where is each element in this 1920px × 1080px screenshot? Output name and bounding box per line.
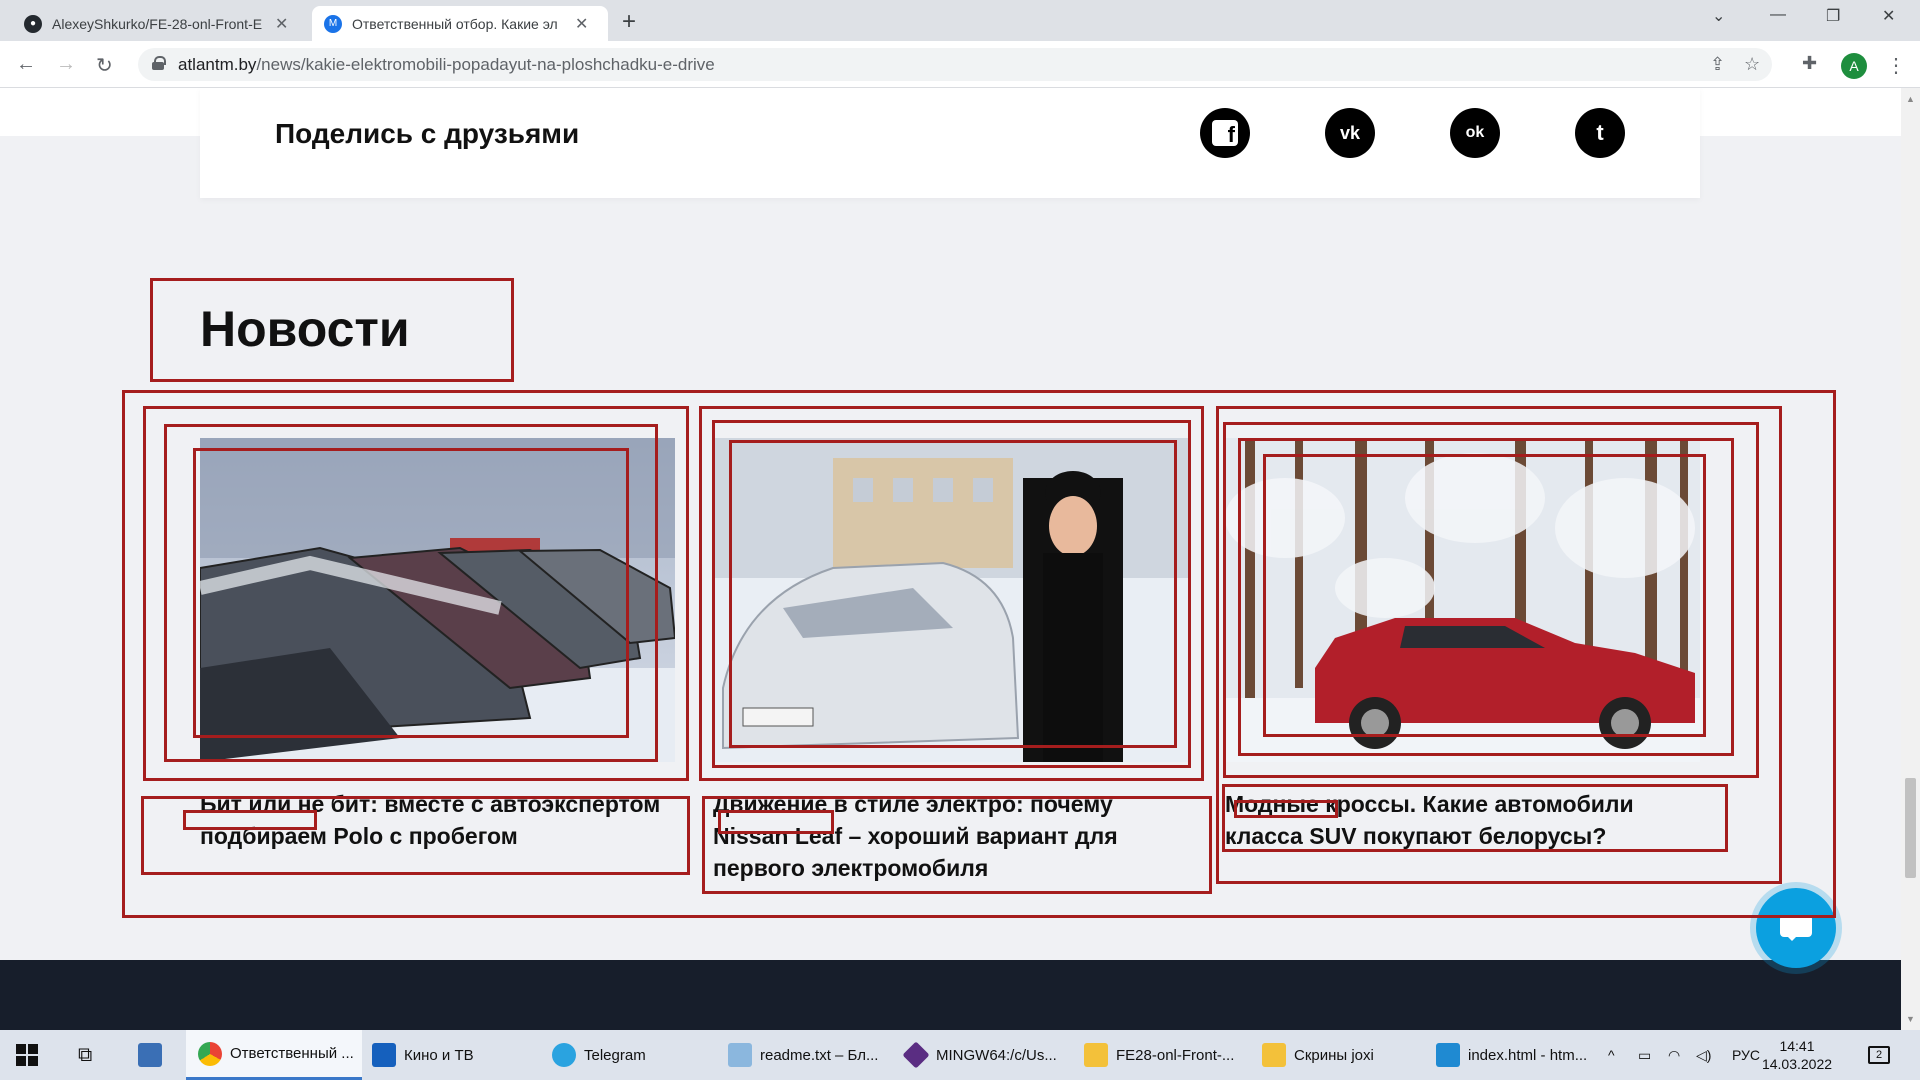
taskbar-item-folder[interactable]: FE28-onl-Front-... [1084,1030,1234,1080]
tab-title: AlexeyShkurko/FE-28-onl-Front-E [52,15,263,32]
windows-taskbar: ⧉ Ответственный ... Кино и ТВ Telegram r… [0,1030,1920,1080]
menu-icon[interactable]: ⋮ [1886,53,1906,78]
wifi-icon[interactable]: ◠ [1668,1030,1680,1080]
tab-atlantm[interactable]: M Ответственный отбор. Какие эл ✕ [312,6,608,41]
taskbar-label: Кино и ТВ [404,1046,474,1064]
minimize-button[interactable]: — [1770,6,1786,24]
new-tab-button[interactable]: + [622,8,636,36]
scroll-up-icon[interactable]: ▲ [1906,94,1915,104]
taskbar-label: Ответственный ... [230,1045,354,1062]
battery-icon[interactable]: ▭ [1638,1030,1651,1080]
address-bar[interactable]: atlantm.by/news/kakie-elektromobili-popa… [138,48,1772,81]
taskbar-item-git-bash[interactable]: MINGW64:/c/Us... [902,1030,1057,1080]
close-icon[interactable]: ✕ [575,14,588,34]
windows-start-icon[interactable] [16,1030,38,1080]
news-headline[interactable]: Движение в стиле электро: почему Nissan … [713,788,1188,884]
taskbar-label: readme.txt – Бл... [760,1046,879,1064]
news-card[interactable]: Модные кроссы. Какие автомобили класса S… [1225,438,1700,852]
telegram-icon [552,1043,576,1067]
github-icon: ● [24,14,42,33]
notifications-icon[interactable]: 2 [1868,1030,1890,1080]
taskbar-label: MINGW64:/c/Us... [936,1046,1057,1064]
browser-tab-strip: ● AlexeyShkurko/FE-28-onl-Front-E ✕ M От… [0,0,1920,41]
scroll-down-icon[interactable]: ▼ [1906,1014,1915,1024]
reload-icon[interactable]: ↻ [96,53,113,78]
news-image-nissan-leaf[interactable] [713,438,1188,762]
news-headline[interactable]: Модные кроссы. Какие автомобили класса S… [1225,788,1700,852]
volume-icon[interactable]: ◁) [1696,1030,1711,1080]
vk-icon[interactable]: vk [1325,108,1375,158]
taskbar-label: Скрины joxi [1294,1046,1374,1064]
taskbar-item-notepad[interactable]: readme.txt – Бл... [728,1030,878,1080]
url-text: atlantm.by/news/kakie-elektromobili-popa… [178,55,715,74]
close-window-button[interactable]: ✕ [1882,6,1895,26]
share-section: Поделись с друзьями f vk ok t [200,88,1700,198]
share-icon[interactable]: ⇪ [1710,54,1725,75]
taskbar-item-folder[interactable]: Скрины joxi [1262,1030,1374,1080]
taskbar-label: FE28-onl-Front-... [1116,1046,1235,1064]
page-scrollbar[interactable]: ▲ ▼ [1901,88,1920,1030]
taskbar-item-chrome[interactable]: Ответственный ... [186,1030,362,1080]
chat-button[interactable] [1756,888,1836,968]
task-view-icon[interactable]: ⧉ [78,1030,92,1080]
restore-button[interactable]: ❐ [1826,6,1840,26]
clock-time: 14:41 [1779,1038,1815,1054]
tray-chevron-icon[interactable]: ^ [1608,1030,1615,1080]
system-clock[interactable]: 14:41 14.03.2022 [1752,1037,1842,1073]
taskbar-item-telegram[interactable]: Telegram [552,1030,646,1080]
scrollbar-thumb[interactable] [1905,778,1916,878]
news-section-title: Новости [200,301,410,357]
clock-date: 14.03.2022 [1761,1056,1833,1072]
back-icon[interactable]: ← [16,53,36,76]
folder-icon [1262,1043,1286,1067]
tab-search-icon[interactable]: ⌄ [1712,6,1725,26]
news-image-parking[interactable] [200,438,675,762]
lock-icon[interactable] [152,56,166,70]
page-footer [0,960,1901,1030]
facebook-icon[interactable]: f [1200,108,1250,158]
chat-bubble-icon [1780,915,1812,941]
news-card[interactable]: Движение в стиле электро: почему Nissan … [713,438,1188,884]
profile-avatar[interactable]: A [1841,53,1867,79]
pinned-app-icon[interactable] [138,1030,162,1080]
page-viewport: Поделись с друзьями f vk ok t Новости Би… [0,88,1901,1030]
tab-title: Ответственный отбор. Какие эл [352,15,558,32]
share-title: Поделись с друзьями [275,118,580,149]
browser-toolbar: ← → ↻ atlantm.by/news/kakie-elektromobil… [0,41,1920,88]
m-icon: M [324,14,342,33]
chrome-icon [198,1041,222,1066]
movies-icon [372,1043,396,1067]
odnoklassniki-icon[interactable]: ok [1450,108,1500,158]
news-image-red-suv[interactable] [1225,438,1700,762]
taskbar-item-movies[interactable]: Кино и ТВ [372,1030,474,1080]
tab-github[interactable]: ● AlexeyShkurko/FE-28-onl-Front-E ✕ [12,6,300,41]
forward-icon[interactable]: → [56,53,76,76]
twitter-icon[interactable]: t [1575,108,1625,158]
git-bash-icon [902,1041,930,1069]
taskbar-item-vscode[interactable]: index.html - htm... [1436,1030,1587,1080]
notepad-icon [728,1043,752,1067]
close-icon[interactable]: ✕ [275,14,288,34]
folder-icon [1084,1043,1108,1067]
vscode-icon [1436,1043,1460,1067]
taskbar-label: Telegram [584,1046,646,1064]
taskbar-label: index.html - htm... [1468,1046,1588,1064]
news-card[interactable]: Бит или не бит: вместе с автоэкспертом п… [200,438,675,852]
extensions-icon[interactable]: ✚ [1802,53,1817,74]
bookmark-star-icon[interactable]: ☆ [1744,54,1760,75]
news-headline[interactable]: Бит или не бит: вместе с автоэкспертом п… [200,788,675,852]
